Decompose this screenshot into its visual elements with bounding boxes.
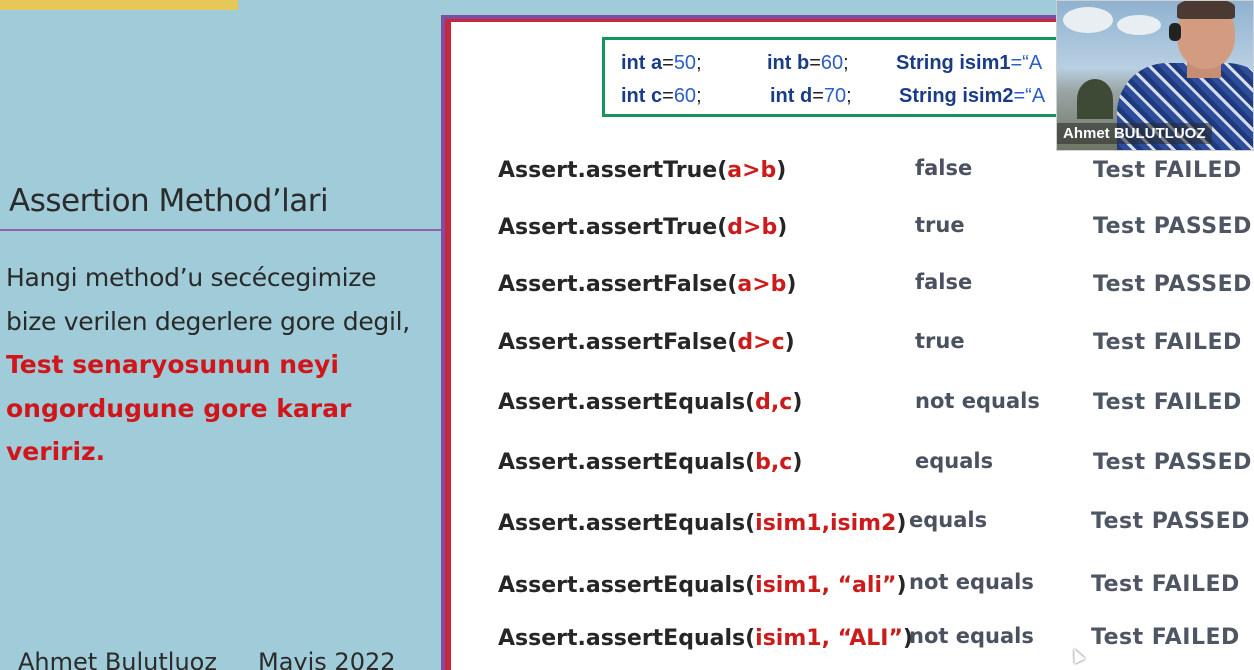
assert-result: equals <box>915 449 994 473</box>
body-line: Hangi method’u secécegimize <box>6 263 377 292</box>
assert-result: not equals <box>909 624 1034 648</box>
footer-author: Ahmet Bulutluoz <box>18 648 217 670</box>
code-decl: int b=60; <box>767 52 849 74</box>
assert-result: false <box>915 156 973 180</box>
assert-method: Assert.assertEquals(d,c) <box>498 390 803 415</box>
code-decl: int c=60; <box>621 85 702 107</box>
test-status: Test PASSED <box>1093 450 1252 475</box>
participant-name-label: Ahmet BULUTLUOZ <box>1057 123 1212 144</box>
body-line: bize verilen degerlere gore degil, <box>6 306 410 336</box>
assert-method: Assert.assertFalse(a>b) <box>498 272 797 297</box>
assert-method: Assert.assertEquals(b,c) <box>498 450 803 475</box>
code-decl: int a=50; <box>621 52 702 74</box>
top-accent-bar <box>0 0 238 10</box>
test-status: Test PASSED <box>1093 214 1252 239</box>
assert-result: true <box>915 213 965 237</box>
code-decl: String isim2=“A <box>899 85 1046 107</box>
headset-icon <box>1169 23 1181 41</box>
code-decl: int d=70; <box>770 85 852 107</box>
assert-method: Assert.assertEquals(isim1, “ALI”) <box>498 626 913 651</box>
code-decl: String isim1=“A <box>896 52 1043 74</box>
webcam-video-tile[interactable]: Ahmet BULUTLUOZ <box>1056 0 1254 151</box>
assert-result: not equals <box>915 389 1040 413</box>
assert-result: equals <box>909 508 988 532</box>
participant-hair <box>1177 1 1235 19</box>
test-status: Test FAILED <box>1091 572 1240 597</box>
background-windmill <box>1077 79 1113 119</box>
title-divider <box>0 229 441 231</box>
assert-method: Assert.assertEquals(isim1, “ali”) <box>498 573 907 598</box>
test-status: Test FAILED <box>1093 158 1242 183</box>
body-emphasis-line: ongordugune gore karar <box>6 393 352 423</box>
slide-title: Assertion Method’lari <box>9 183 329 219</box>
test-status: Test FAILED <box>1091 625 1240 650</box>
assert-result: not equals <box>909 570 1034 594</box>
body-emphasis-line: Test senaryosunun neyi <box>6 350 339 379</box>
assert-result: false <box>915 270 973 294</box>
slide-body: Hangi method’u secécegimize bize verilen… <box>6 256 436 474</box>
footer-date: Mayis 2022 <box>258 648 396 670</box>
assert-method: Assert.assertFalse(d>c) <box>498 330 795 355</box>
assert-method: Assert.assertTrue(d>b) <box>498 215 788 240</box>
test-status: Test PASSED <box>1093 272 1252 297</box>
cloud <box>1063 7 1113 33</box>
assert-method: Assert.assertEquals(isim1,isim2) <box>498 511 907 536</box>
test-status: Test PASSED <box>1091 509 1250 534</box>
assert-result: true <box>915 329 965 353</box>
body-emphasis-line: veririz. <box>6 437 106 466</box>
assert-method: Assert.assertTrue(a>b) <box>498 158 787 183</box>
cloud <box>1117 15 1161 35</box>
test-status: Test FAILED <box>1093 390 1242 415</box>
test-status: Test FAILED <box>1093 330 1242 355</box>
